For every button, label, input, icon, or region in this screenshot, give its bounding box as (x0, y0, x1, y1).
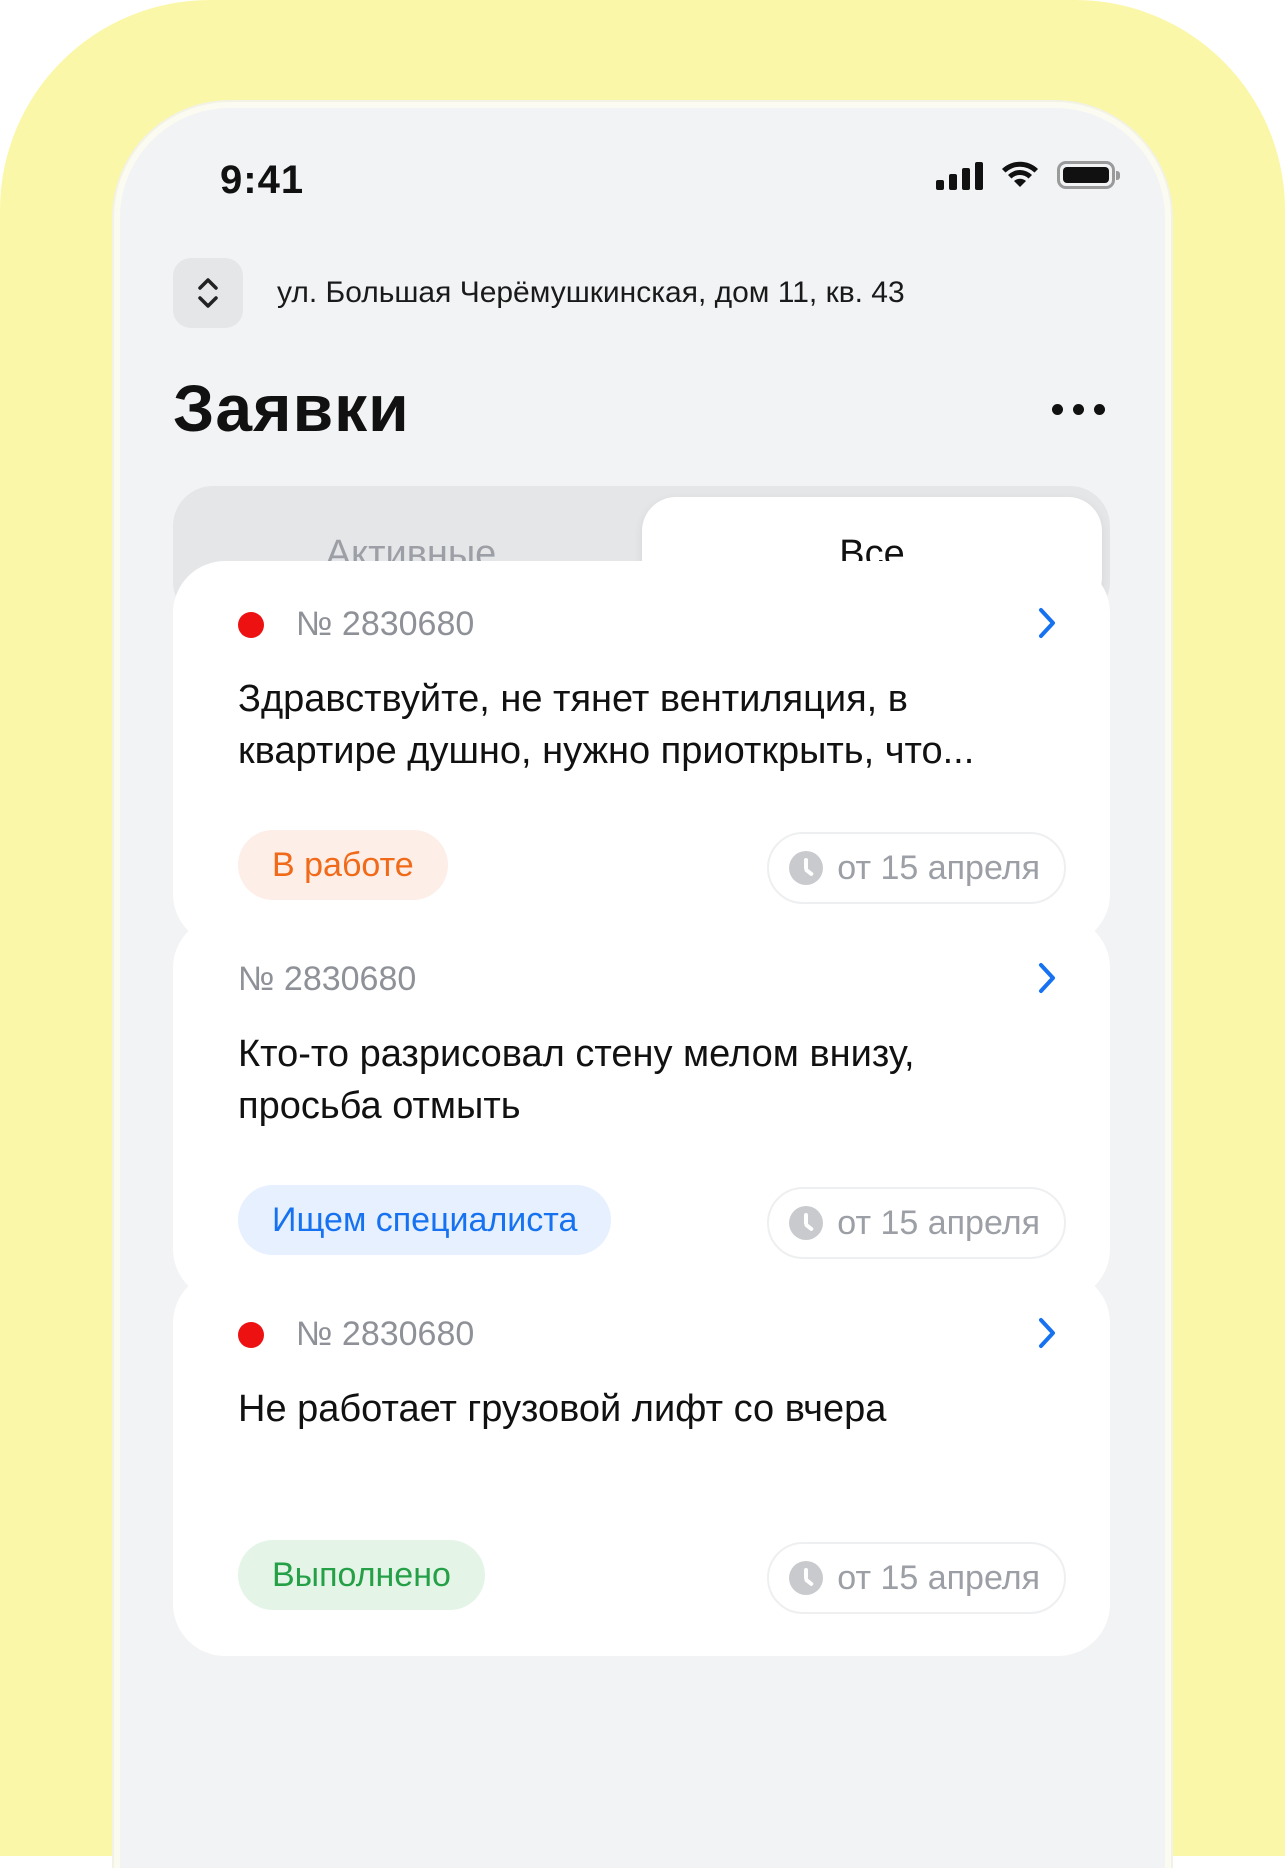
chevron-right-icon[interactable] (1036, 960, 1058, 996)
address-text[interactable]: ул. Большая Черёмушкинская, дом 11, кв. … (277, 276, 905, 310)
status-badge: Ищем специалиста (238, 1185, 612, 1255)
chevron-up-down-icon (198, 278, 218, 308)
unread-dot (238, 611, 264, 638)
request-text: Кто-то разрисовал стену мелом внизу, про… (238, 1033, 915, 1127)
status-badge: Выполнено (238, 1540, 485, 1610)
request-card[interactable]: № 2830680 Кто-то разрисовал стену мелом … (173, 916, 1110, 1301)
status-icons (936, 160, 1120, 190)
phone-screen: 9:41 ул. Большая Черёмушкинская, дом 11,… (120, 108, 1165, 1868)
date-pill: от 15 апреля (767, 832, 1066, 904)
wifi-icon (1002, 161, 1038, 187)
request-number: № 2830680 (296, 605, 475, 643)
request-date: от 15 апреля (837, 1203, 1040, 1242)
date-pill: от 15 апреля (767, 1187, 1066, 1259)
page-title: Заявки (173, 371, 410, 445)
request-text: Не работает грузовой лифт со вчера (238, 1388, 887, 1430)
battery-icon (1057, 161, 1120, 189)
request-number: № 2830680 (238, 960, 417, 998)
clock-icon (789, 1206, 824, 1240)
request-number: № 2830680 (296, 1315, 475, 1353)
request-date: от 15 апреля (837, 848, 1040, 887)
chevron-right-icon[interactable] (1036, 605, 1058, 641)
more-horizontal-icon[interactable] (1052, 404, 1105, 415)
unread-dot (238, 1321, 264, 1348)
status-time: 9:41 (220, 158, 305, 202)
request-header: № 2830680 (238, 1315, 474, 1354)
request-date: от 15 апреля (837, 1558, 1040, 1597)
address-switch-button[interactable] (173, 258, 243, 328)
request-header: № 2830680 (238, 960, 416, 999)
signal-icon (936, 160, 983, 190)
clock-icon (789, 851, 824, 885)
request-text: Здравствуйте, не тянет вентиляция, в ква… (238, 678, 975, 772)
status-badge: В работе (238, 830, 448, 900)
date-pill: от 15 апреля (767, 1542, 1066, 1614)
chevron-right-icon[interactable] (1036, 1315, 1058, 1351)
request-card[interactable]: № 2830680 Не работает грузовой лифт со в… (173, 1271, 1110, 1656)
clock-icon (789, 1561, 824, 1595)
request-header: № 2830680 (238, 605, 474, 644)
request-card[interactable]: № 2830680 Здравствуйте, не тянет вентиля… (173, 561, 1110, 946)
